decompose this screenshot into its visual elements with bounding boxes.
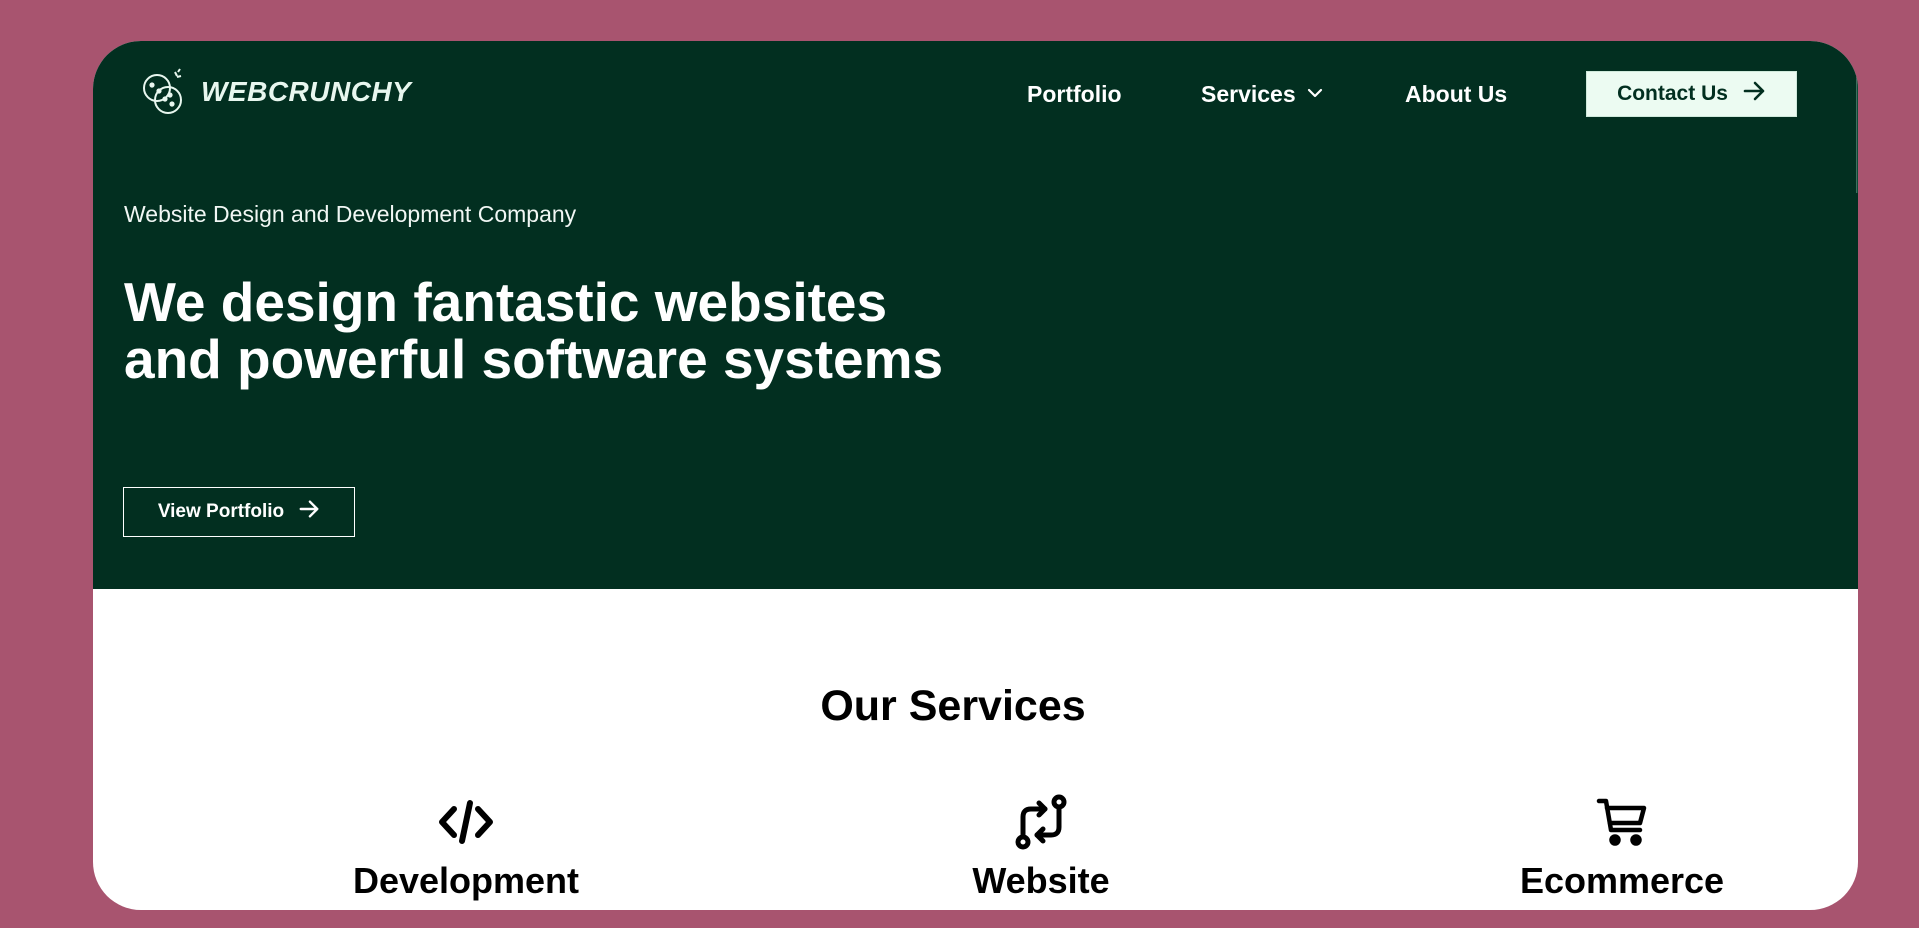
shopping-cart-icon <box>1596 791 1648 853</box>
chevron-down-icon <box>1306 81 1324 108</box>
page-frame: WEBCRUNCHY Portfolio Services About Us C… <box>93 41 1858 910</box>
nav-link-about-us[interactable]: About Us <box>1405 71 1507 117</box>
view-portfolio-button[interactable]: View Portfolio <box>123 487 355 537</box>
git-compare-icon <box>1013 791 1069 853</box>
nav-link-portfolio[interactable]: Portfolio <box>1027 71 1122 117</box>
hero-section: WEBCRUNCHY Portfolio Services About Us C… <box>93 41 1858 589</box>
services-heading: Our Services <box>820 682 1086 730</box>
service-title: Development <box>352 860 580 901</box>
code-icon <box>438 791 494 853</box>
logo[interactable]: WEBCRUNCHY <box>137 66 411 118</box>
contact-us-button[interactable]: Contact Us <box>1586 71 1797 117</box>
contact-us-label: Contact Us <box>1617 82 1728 105</box>
hero-eyebrow: Website Design and Development Company <box>124 201 577 227</box>
service-title: Ecommerce <box>1519 860 1725 901</box>
service-title: Website <box>972 860 1110 901</box>
cookie-icon <box>137 66 189 118</box>
logo-text: WEBCRUNCHY <box>201 76 412 107</box>
service-card-ecommerce[interactable]: Ecommerce <box>1422 791 1822 901</box>
nav-link-label: Portfolio <box>1027 80 1122 107</box>
service-card-website[interactable]: Website <box>841 791 1241 901</box>
view-portfolio-label: View Portfolio <box>157 501 285 522</box>
arrow-right-icon <box>1742 79 1766 109</box>
hero-headline: We design fantastic websites and powerfu… <box>124 271 944 390</box>
nav-link-label: About Us <box>1405 80 1508 107</box>
arrow-right-icon <box>298 498 320 526</box>
scrollbar[interactable] <box>1856 41 1858 193</box>
service-card-development[interactable]: Development <box>266 791 666 901</box>
nav-link-label: Services <box>1201 80 1296 107</box>
nav-link-services[interactable]: Services <box>1201 71 1324 117</box>
